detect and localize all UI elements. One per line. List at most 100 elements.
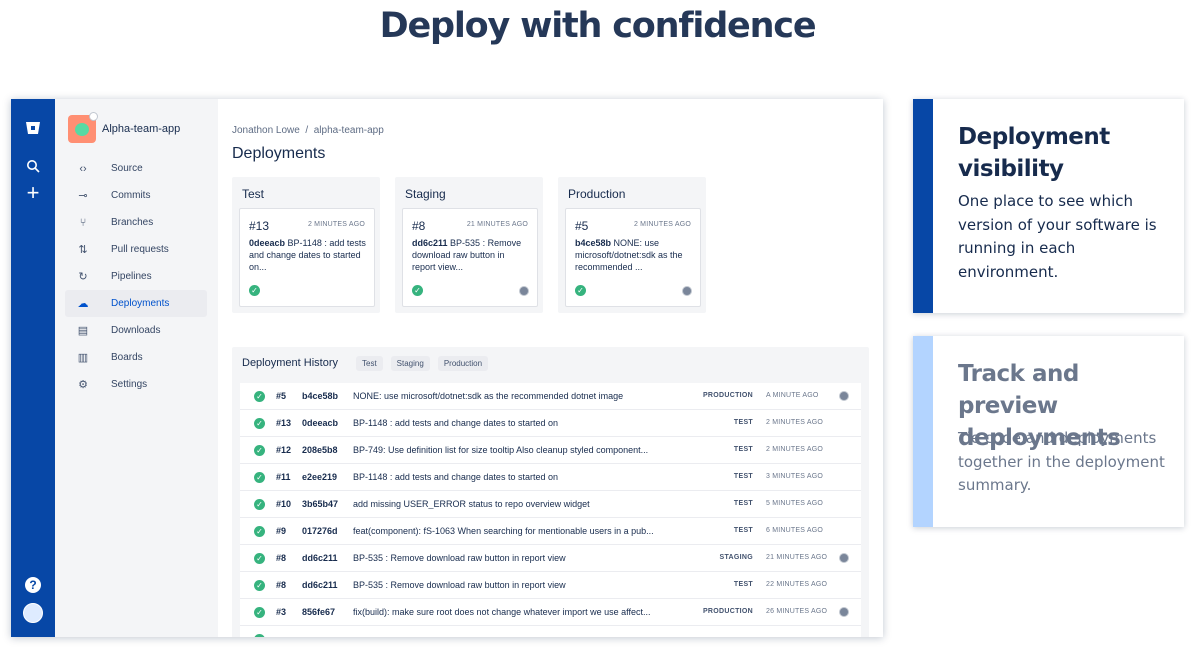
bitbucket-logo-icon[interactable] — [23, 118, 43, 138]
deployment-time: 21 MINUTES AGO — [766, 554, 828, 561]
downloads-icon: ▤ — [77, 325, 89, 337]
deployment-time: 2 MINUTES AGO — [766, 419, 824, 426]
success-check-icon: ✓ — [249, 285, 260, 296]
deployment-card[interactable]: #13 2 MINUTES AGO 0deeacb BP-1148 : add te… — [239, 208, 375, 307]
deployment-number: #13 — [249, 219, 270, 233]
sidebar-item-label: Commits — [111, 190, 151, 201]
table-row[interactable]: ✓ #10 3b65b47 add missing USER_ERROR status… — [240, 491, 861, 518]
user-avatar — [839, 391, 849, 401]
breadcrumb-user[interactable]: Jonathon Lowe — [232, 125, 300, 136]
commit-hash[interactable]: dd6c211 — [302, 553, 338, 563]
branch-icon: ⑂ — [79, 216, 87, 229]
feature-panel-deployment-visibility[interactable]: Deployment visibility One place to see w… — [913, 99, 1184, 313]
deployment-history: Deployment History Test Staging Production… — [232, 347, 869, 637]
environment-badge: PRODUCTION — [702, 608, 753, 615]
commit-hash[interactable]: dd6c211 — [302, 580, 338, 590]
table-row[interactable]: ✓ #3 856fe67 fix(build): make sure root doe… — [240, 599, 861, 626]
deployment-number: #13 — [276, 418, 292, 428]
page-title: Deployments — [232, 145, 326, 162]
success-check-icon: ✓ — [254, 391, 265, 402]
history-list: ✓ #5 b4ce58b NONE: use microsoft/dotnet:sdk… — [240, 383, 861, 637]
table-row[interactable]: ✓ #11 e2ee219 BP-1148 : add tests and chang… — [240, 464, 861, 491]
app-screenshot: + ? Alpha-team-app ‹› Source ⊸ Commits ⑂ Bran… — [11, 99, 883, 637]
deployment-number: #12 — [276, 445, 292, 455]
environment-production: Production #5 2 MINUTES AGO b4ce58b NONE: u… — [558, 177, 706, 313]
sidebar-nav: ‹› Source ⊸ Commits ⑂ Branches ⇅ Pull requests ↻… — [65, 155, 207, 398]
commit-hash[interactable]: e2ee219 — [302, 472, 337, 482]
table-row[interactable]: ✓ #12 208e5b8 BP-749: Use definition list f… — [240, 437, 861, 464]
commit-message: NONE: use microsoft/dotnet:sdk as the re… — [353, 391, 624, 401]
repo-status-icon — [89, 112, 98, 121]
commit-hash[interactable]: 3b65b47 — [302, 499, 338, 509]
feature-panel-track-preview[interactable]: Track and preview deployments Tie code a… — [913, 336, 1184, 527]
success-check-icon: ✓ — [412, 285, 423, 296]
environment-name: Production — [568, 187, 626, 201]
commit-message: fix(build): make sure root does not chan… — [353, 607, 651, 617]
commit-hash[interactable]: 856fe67 — [302, 607, 335, 617]
table-row[interactable]: ✓ #9 017276d feat(component): fS-1063 When … — [240, 518, 861, 545]
filter-staging[interactable]: Staging — [390, 356, 430, 371]
deployment-time: A MINUTE AGO — [766, 392, 819, 399]
environment-badge: TEST — [733, 500, 753, 507]
sidebar-item-branches[interactable]: ⑂ Branches — [65, 209, 207, 236]
breadcrumb: Jonathon Lowe / alpha-team-app — [232, 125, 384, 136]
breadcrumb-repo[interactable]: alpha-team-app — [314, 125, 384, 136]
project-sidebar: Alpha-team-app ‹› Source ⊸ Commits ⑂ Branches… — [55, 99, 218, 637]
history-title: Deployment History — [242, 357, 338, 369]
success-check-icon: ✓ — [254, 445, 265, 456]
deployment-card[interactable]: #8 21 MINUTES AGO dd6c211 BP-535 : Remove … — [402, 208, 538, 307]
commit-message: BP-749: Use definition list for size too… — [353, 445, 649, 455]
sidebar-item-commits[interactable]: ⊸ Commits — [65, 182, 207, 209]
history-filters: Test Staging Production — [356, 356, 489, 371]
deployment-number: #8 — [276, 553, 287, 563]
commit-hash[interactable]: b4ce58b — [575, 238, 611, 248]
table-row[interactable]: ✓ #13 0deeacb BP-1148 : add tests and chang… — [240, 410, 861, 437]
search-icon[interactable] — [23, 156, 43, 176]
deployment-time: 2 MINUTES AGO — [766, 446, 824, 453]
sidebar-item-settings[interactable]: ⚙ Settings — [65, 371, 207, 398]
sidebar-item-label: Branches — [111, 217, 154, 228]
global-nav-rail: + ? — [11, 99, 55, 637]
sidebar-item-downloads[interactable]: ▤ Downloads — [65, 317, 207, 344]
success-check-icon: ✓ — [254, 553, 265, 564]
user-avatar — [682, 286, 692, 296]
deployment-number: #8 — [276, 580, 287, 590]
profile-avatar[interactable] — [23, 603, 43, 623]
deployment-card[interactable]: #5 2 MINUTES AGO b4ce58b NONE: use microso… — [565, 208, 701, 307]
panel-accent-bar — [913, 336, 933, 527]
commit-message: BP-535 : Remove download raw button in r… — [353, 553, 566, 563]
create-icon[interactable]: + — [23, 182, 43, 204]
table-row[interactable]: ✓ #8 dd6c211 BP-535 : Remove download raw b… — [240, 545, 861, 572]
code-icon: ‹› — [79, 162, 87, 175]
commit-message: feat(component): fS-1063 When searching … — [353, 526, 654, 536]
sidebar-item-label: Pipelines — [111, 271, 152, 282]
deployment-number: #8 — [412, 219, 426, 233]
sidebar-item-pipelines[interactable]: ↻ Pipelines — [65, 263, 207, 290]
commit-message: add missing USER_ERROR status to repo ov… — [353, 499, 590, 509]
commit-hash[interactable]: 017276d — [302, 526, 338, 536]
commit-hash[interactable]: b4ce58b — [302, 391, 338, 401]
settings-icon: ⚙ — [78, 379, 88, 391]
filter-test[interactable]: Test — [356, 356, 383, 371]
success-check-icon: ✓ — [254, 580, 265, 591]
repo-name[interactable]: Alpha-team-app — [102, 123, 180, 135]
help-icon[interactable]: ? — [25, 577, 41, 593]
sidebar-item-source[interactable]: ‹› Source — [65, 155, 207, 182]
deployment-time: 2 MINUTES AGO — [633, 221, 691, 228]
sidebar-item-label: Source — [111, 163, 143, 174]
commit-hash[interactable]: 0deeacb — [249, 238, 285, 248]
commit-hash[interactable]: 208e5b8 — [302, 445, 338, 455]
filter-production[interactable]: Production — [437, 356, 489, 371]
deployment-number: #11 — [276, 472, 291, 482]
table-row[interactable]: ✓ #8 dd6c211 BP-535 : Remove download raw b… — [240, 572, 861, 599]
table-row: ✓ — [240, 626, 861, 637]
commit-hash[interactable]: dd6c211 — [412, 238, 448, 248]
table-row[interactable]: ✓ #5 b4ce58b NONE: use microsoft/dotnet:sdk… — [240, 383, 861, 410]
sidebar-item-deployments[interactable]: ☁ Deployments — [65, 290, 207, 317]
commit-hash[interactable]: 0deeacb — [302, 418, 338, 428]
sidebar-item-boards[interactable]: ▥ Boards — [65, 344, 207, 371]
deployment-time: 26 MINUTES AGO — [766, 608, 828, 615]
success-check-icon: ✓ — [254, 499, 265, 510]
main-content: Jonathon Lowe / alpha-team-app Deploymen… — [218, 99, 883, 637]
sidebar-item-pull-requests[interactable]: ⇅ Pull requests — [65, 236, 207, 263]
